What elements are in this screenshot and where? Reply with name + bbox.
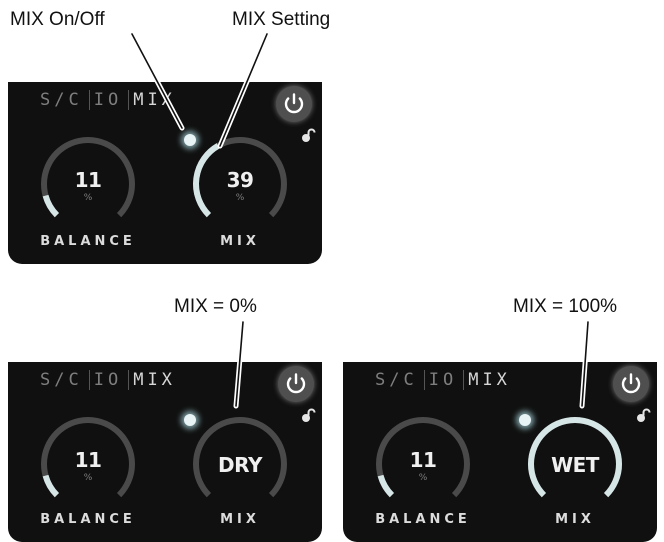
callout-lines (129, 31, 591, 409)
leader-mix-on-off (131, 33, 183, 129)
leader-mix-setting (219, 33, 268, 147)
